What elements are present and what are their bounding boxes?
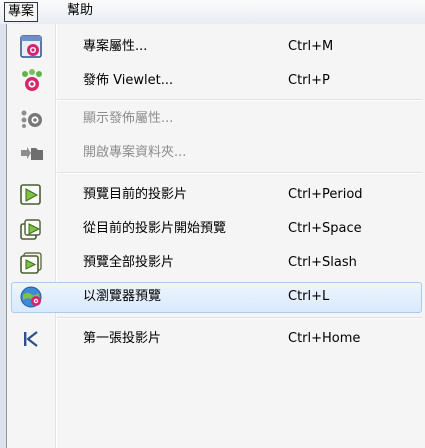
menu-item-shortcut: Ctrl+L [288, 289, 330, 304]
menu-item-first-slide[interactable]: 第一張投影片 Ctrl+Home [7, 322, 425, 356]
project-dropdown-menu: 專案屬性... Ctrl+M 發佈 Viewlet... Ctrl+P 顯示發佈… [6, 24, 425, 448]
menu-item-label: 第一張投影片 [83, 331, 162, 346]
menu-item-publish-settings[interactable]: 顯示發佈屬性... [7, 102, 425, 136]
menu-item-preview-all-slides[interactable]: 預覽全部投影片 Ctrl+Slash [7, 246, 425, 280]
menu-item-shortcut: Ctrl+Slash [288, 255, 357, 270]
menu-bar: 專案 幫助 [0, 0, 425, 25]
menu-item-shortcut: Ctrl+Space [288, 221, 362, 236]
menu-help[interactable]: 幫助 [64, 2, 96, 20]
menu-item-project-properties[interactable]: 專案屬性... Ctrl+M [7, 30, 425, 64]
publish-viewlet-icon [19, 69, 45, 93]
menu-item-shortcut: Ctrl+M [288, 39, 334, 54]
project-properties-icon [19, 35, 45, 59]
hover-highlight [11, 282, 422, 313]
open-folder-icon [19, 141, 45, 165]
menu-item-shortcut: Ctrl+P [288, 73, 330, 88]
preview-all-icon [19, 251, 45, 275]
menu-project[interactable]: 專案 [4, 2, 39, 22]
menu-item-label: 顯示發佈屬性... [83, 111, 174, 126]
menu-item-label: 發佈 Viewlet... [83, 73, 174, 88]
preview-from-slide-icon [19, 217, 45, 241]
menu-separator [57, 317, 422, 319]
menu-item-preview-current-slide[interactable]: 預覽目前的投影片 Ctrl+Period [7, 178, 425, 212]
menu-item-label: 從目前的投影片開始預覽 [83, 221, 227, 236]
menu-item-shortcut: Ctrl+Period [288, 187, 363, 202]
menu-separator [57, 172, 422, 174]
browser-preview-icon [19, 285, 45, 309]
menu-item-preview-from-current-slide[interactable]: 從目前的投影片開始預覽 Ctrl+Space [7, 212, 425, 246]
publish-settings-icon [19, 107, 45, 131]
menu-item-preview-in-browser[interactable]: 以瀏覽器預覽 Ctrl+L [7, 280, 425, 314]
menu-item-open-project-folder[interactable]: 開啟專案資料夾... [7, 136, 425, 170]
menu-item-label: 預覽全部投影片 [83, 255, 175, 270]
menu-item-label: 以瀏覽器預覽 [83, 289, 162, 304]
menu-item-label: 預覽目前的投影片 [83, 187, 188, 202]
menu-item-label: 開啟專案資料夾... [83, 145, 187, 160]
menu-separator [57, 99, 422, 101]
menu-item-shortcut: Ctrl+Home [288, 331, 361, 346]
preview-slide-icon [19, 183, 45, 207]
menu-item-label: 專案屬性... [83, 39, 148, 54]
menu-item-publish-viewlet[interactable]: 發佈 Viewlet... Ctrl+P [7, 64, 425, 98]
first-slide-icon [19, 327, 45, 351]
